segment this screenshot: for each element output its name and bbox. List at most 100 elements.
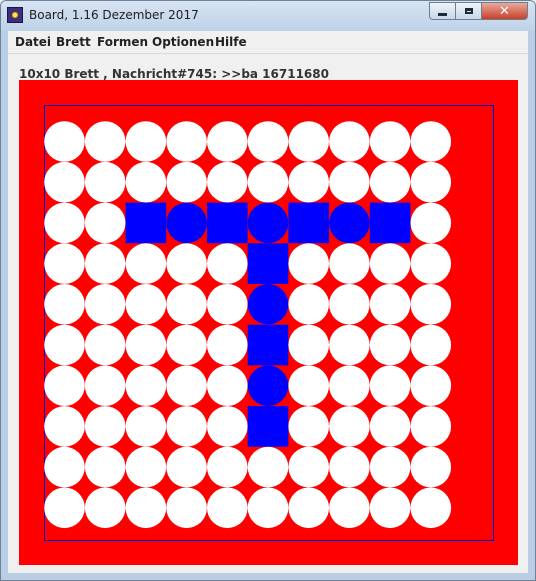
piece-square[interactable] bbox=[125, 202, 167, 244]
empty-cell[interactable] bbox=[44, 121, 85, 162]
piece-circle[interactable] bbox=[247, 284, 289, 325]
empty-cell[interactable] bbox=[247, 161, 289, 203]
piece-circle[interactable] bbox=[166, 202, 207, 244]
empty-cell[interactable] bbox=[329, 365, 370, 407]
piece-square[interactable] bbox=[247, 243, 289, 284]
empty-cell[interactable] bbox=[410, 161, 452, 203]
empty-cell[interactable] bbox=[369, 284, 411, 325]
empty-cell[interactable] bbox=[288, 243, 330, 284]
piece-square[interactable] bbox=[207, 202, 248, 244]
empty-cell[interactable] bbox=[329, 121, 370, 162]
empty-cell[interactable] bbox=[207, 243, 248, 284]
empty-cell[interactable] bbox=[288, 324, 330, 366]
maximize-button[interactable] bbox=[455, 2, 482, 20]
piece-circle[interactable] bbox=[247, 202, 289, 244]
empty-cell[interactable] bbox=[410, 406, 452, 447]
empty-cell[interactable] bbox=[369, 161, 411, 203]
empty-cell[interactable] bbox=[44, 161, 85, 203]
empty-cell[interactable] bbox=[125, 487, 167, 529]
empty-cell[interactable] bbox=[84, 406, 126, 447]
empty-cell[interactable] bbox=[369, 243, 411, 284]
board-cells[interactable] bbox=[44, 121, 452, 529]
empty-cell[interactable] bbox=[288, 365, 330, 407]
menu-hilfe[interactable]: Hilfe bbox=[215, 35, 247, 49]
empty-cell[interactable] bbox=[84, 487, 126, 529]
empty-cell[interactable] bbox=[84, 284, 126, 325]
menu-optionen[interactable]: Optionen bbox=[152, 35, 214, 49]
empty-cell[interactable] bbox=[125, 324, 167, 366]
empty-cell[interactable] bbox=[410, 446, 452, 488]
empty-cell[interactable] bbox=[288, 161, 330, 203]
empty-cell[interactable] bbox=[329, 324, 370, 366]
piece-circle[interactable] bbox=[329, 202, 370, 244]
empty-cell[interactable] bbox=[410, 284, 452, 325]
empty-cell[interactable] bbox=[166, 487, 207, 529]
empty-cell[interactable] bbox=[44, 284, 85, 325]
empty-cell[interactable] bbox=[44, 243, 85, 284]
empty-cell[interactable] bbox=[44, 446, 85, 488]
empty-cell[interactable] bbox=[166, 365, 207, 407]
empty-cell[interactable] bbox=[207, 406, 248, 447]
empty-cell[interactable] bbox=[44, 487, 85, 529]
empty-cell[interactable] bbox=[369, 365, 411, 407]
empty-cell[interactable] bbox=[44, 324, 85, 366]
empty-cell[interactable] bbox=[288, 284, 330, 325]
empty-cell[interactable] bbox=[125, 406, 167, 447]
empty-cell[interactable] bbox=[288, 446, 330, 488]
app-icon[interactable] bbox=[7, 7, 23, 23]
empty-cell[interactable] bbox=[84, 324, 126, 366]
empty-cell[interactable] bbox=[410, 324, 452, 366]
empty-cell[interactable] bbox=[207, 487, 248, 529]
menu-brett[interactable]: Brett bbox=[56, 35, 91, 49]
empty-cell[interactable] bbox=[288, 121, 330, 162]
empty-cell[interactable] bbox=[329, 406, 370, 447]
empty-cell[interactable] bbox=[288, 406, 330, 447]
close-button[interactable]: ✕ bbox=[481, 2, 528, 20]
empty-cell[interactable] bbox=[207, 121, 248, 162]
board-panel[interactable] bbox=[19, 80, 518, 565]
empty-cell[interactable] bbox=[84, 365, 126, 407]
empty-cell[interactable] bbox=[207, 284, 248, 325]
empty-cell[interactable] bbox=[247, 487, 289, 529]
piece-square[interactable] bbox=[369, 202, 411, 244]
empty-cell[interactable] bbox=[329, 161, 370, 203]
empty-cell[interactable] bbox=[166, 243, 207, 284]
empty-cell[interactable] bbox=[125, 446, 167, 488]
piece-circle[interactable] bbox=[247, 365, 289, 407]
empty-cell[interactable] bbox=[247, 446, 289, 488]
empty-cell[interactable] bbox=[410, 365, 452, 407]
empty-cell[interactable] bbox=[44, 406, 85, 447]
empty-cell[interactable] bbox=[369, 324, 411, 366]
empty-cell[interactable] bbox=[288, 487, 330, 529]
empty-cell[interactable] bbox=[329, 243, 370, 284]
game-board[interactable] bbox=[19, 80, 518, 565]
empty-cell[interactable] bbox=[166, 284, 207, 325]
empty-cell[interactable] bbox=[207, 161, 248, 203]
empty-cell[interactable] bbox=[166, 406, 207, 447]
empty-cell[interactable] bbox=[410, 243, 452, 284]
empty-cell[interactable] bbox=[84, 243, 126, 284]
piece-square[interactable] bbox=[247, 324, 289, 366]
empty-cell[interactable] bbox=[125, 161, 167, 203]
empty-cell[interactable] bbox=[166, 324, 207, 366]
empty-cell[interactable] bbox=[166, 446, 207, 488]
empty-cell[interactable] bbox=[207, 324, 248, 366]
empty-cell[interactable] bbox=[369, 406, 411, 447]
empty-cell[interactable] bbox=[44, 202, 85, 244]
empty-cell[interactable] bbox=[410, 487, 452, 529]
menu-formen[interactable]: Formen bbox=[97, 35, 148, 49]
empty-cell[interactable] bbox=[84, 446, 126, 488]
empty-cell[interactable] bbox=[410, 121, 452, 162]
empty-cell[interactable] bbox=[84, 121, 126, 162]
empty-cell[interactable] bbox=[207, 365, 248, 407]
empty-cell[interactable] bbox=[247, 121, 289, 162]
empty-cell[interactable] bbox=[166, 121, 207, 162]
empty-cell[interactable] bbox=[329, 487, 370, 529]
empty-cell[interactable] bbox=[166, 161, 207, 203]
empty-cell[interactable] bbox=[84, 161, 126, 203]
empty-cell[interactable] bbox=[410, 202, 452, 244]
empty-cell[interactable] bbox=[369, 487, 411, 529]
piece-square[interactable] bbox=[288, 202, 329, 244]
empty-cell[interactable] bbox=[125, 365, 167, 407]
minimize-button[interactable] bbox=[429, 2, 456, 20]
